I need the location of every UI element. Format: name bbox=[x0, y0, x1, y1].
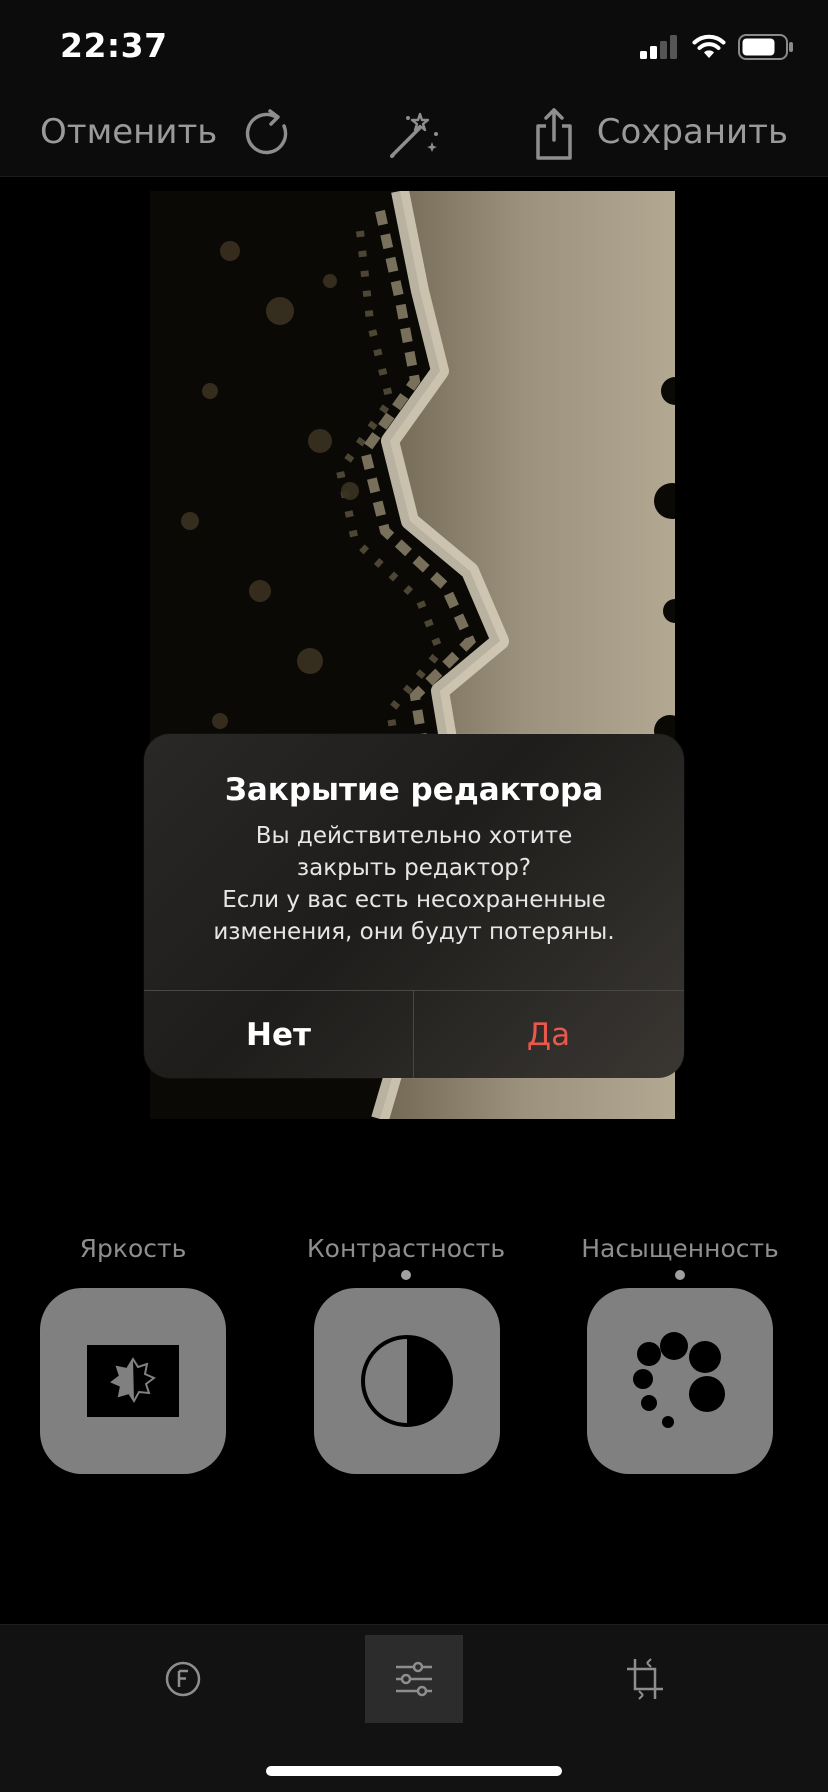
close-editor-dialog: Закрытие редактора Вы действительно хоти… bbox=[144, 734, 684, 1078]
dialog-no-button[interactable]: Нет bbox=[144, 991, 413, 1078]
editor-toolbar: Отменить Сохранить bbox=[0, 96, 828, 177]
saturation-icon bbox=[633, 1332, 725, 1428]
cancel-button[interactable]: Отменить bbox=[40, 112, 217, 152]
home-indicator bbox=[266, 1766, 562, 1776]
save-button[interactable]: Сохранить bbox=[597, 112, 788, 152]
status-icons bbox=[640, 34, 794, 60]
share-icon[interactable] bbox=[526, 106, 582, 162]
brightness-icon bbox=[87, 1345, 179, 1417]
dialog-message-line: Вы действительно хотите bbox=[255, 823, 573, 849]
battery-icon bbox=[738, 34, 793, 60]
dialog-message: Вы действительно хотите закрыть редактор… bbox=[174, 820, 654, 948]
tool-label-brightness: Яркость bbox=[79, 1234, 187, 1263]
brightness-tool-button[interactable] bbox=[40, 1288, 226, 1474]
crop-rotate-icon bbox=[627, 1658, 663, 1700]
reset-icon[interactable] bbox=[240, 106, 296, 162]
contrast-icon bbox=[361, 1335, 453, 1427]
tool-label-contrast: Контрастность bbox=[306, 1234, 506, 1263]
magic-wand-icon[interactable] bbox=[386, 106, 442, 162]
tool-label-saturation: Насыщенность bbox=[581, 1234, 779, 1263]
contrast-tool-button[interactable] bbox=[314, 1288, 500, 1474]
signal-icon bbox=[640, 35, 677, 59]
dialog-message-line: закрыть редактор? bbox=[296, 855, 532, 881]
tab-crop[interactable] bbox=[596, 1635, 694, 1723]
dialog-message-line: Если у вас есть несохраненные bbox=[222, 887, 606, 913]
tool-active-dot bbox=[675, 1270, 685, 1280]
tool-active-dot bbox=[401, 1270, 411, 1280]
dialog-title: Закрытие редактора bbox=[224, 772, 604, 808]
editor-screen: 22:37 Отменить Сохранить Закрытие редакт… bbox=[0, 0, 828, 1792]
filters-icon bbox=[165, 1661, 201, 1697]
status-bar: 22:37 bbox=[0, 0, 828, 96]
tab-filters[interactable] bbox=[134, 1635, 232, 1723]
wifi-icon bbox=[692, 34, 726, 58]
tab-adjust[interactable] bbox=[365, 1635, 463, 1723]
dialog-yes-button[interactable]: Да bbox=[414, 991, 683, 1078]
status-time: 22:37 bbox=[60, 26, 168, 65]
adjust-sliders-icon bbox=[396, 1661, 432, 1697]
dialog-message-line: изменения, они будут потеряны. bbox=[213, 919, 615, 945]
saturation-tool-button[interactable] bbox=[587, 1288, 773, 1474]
